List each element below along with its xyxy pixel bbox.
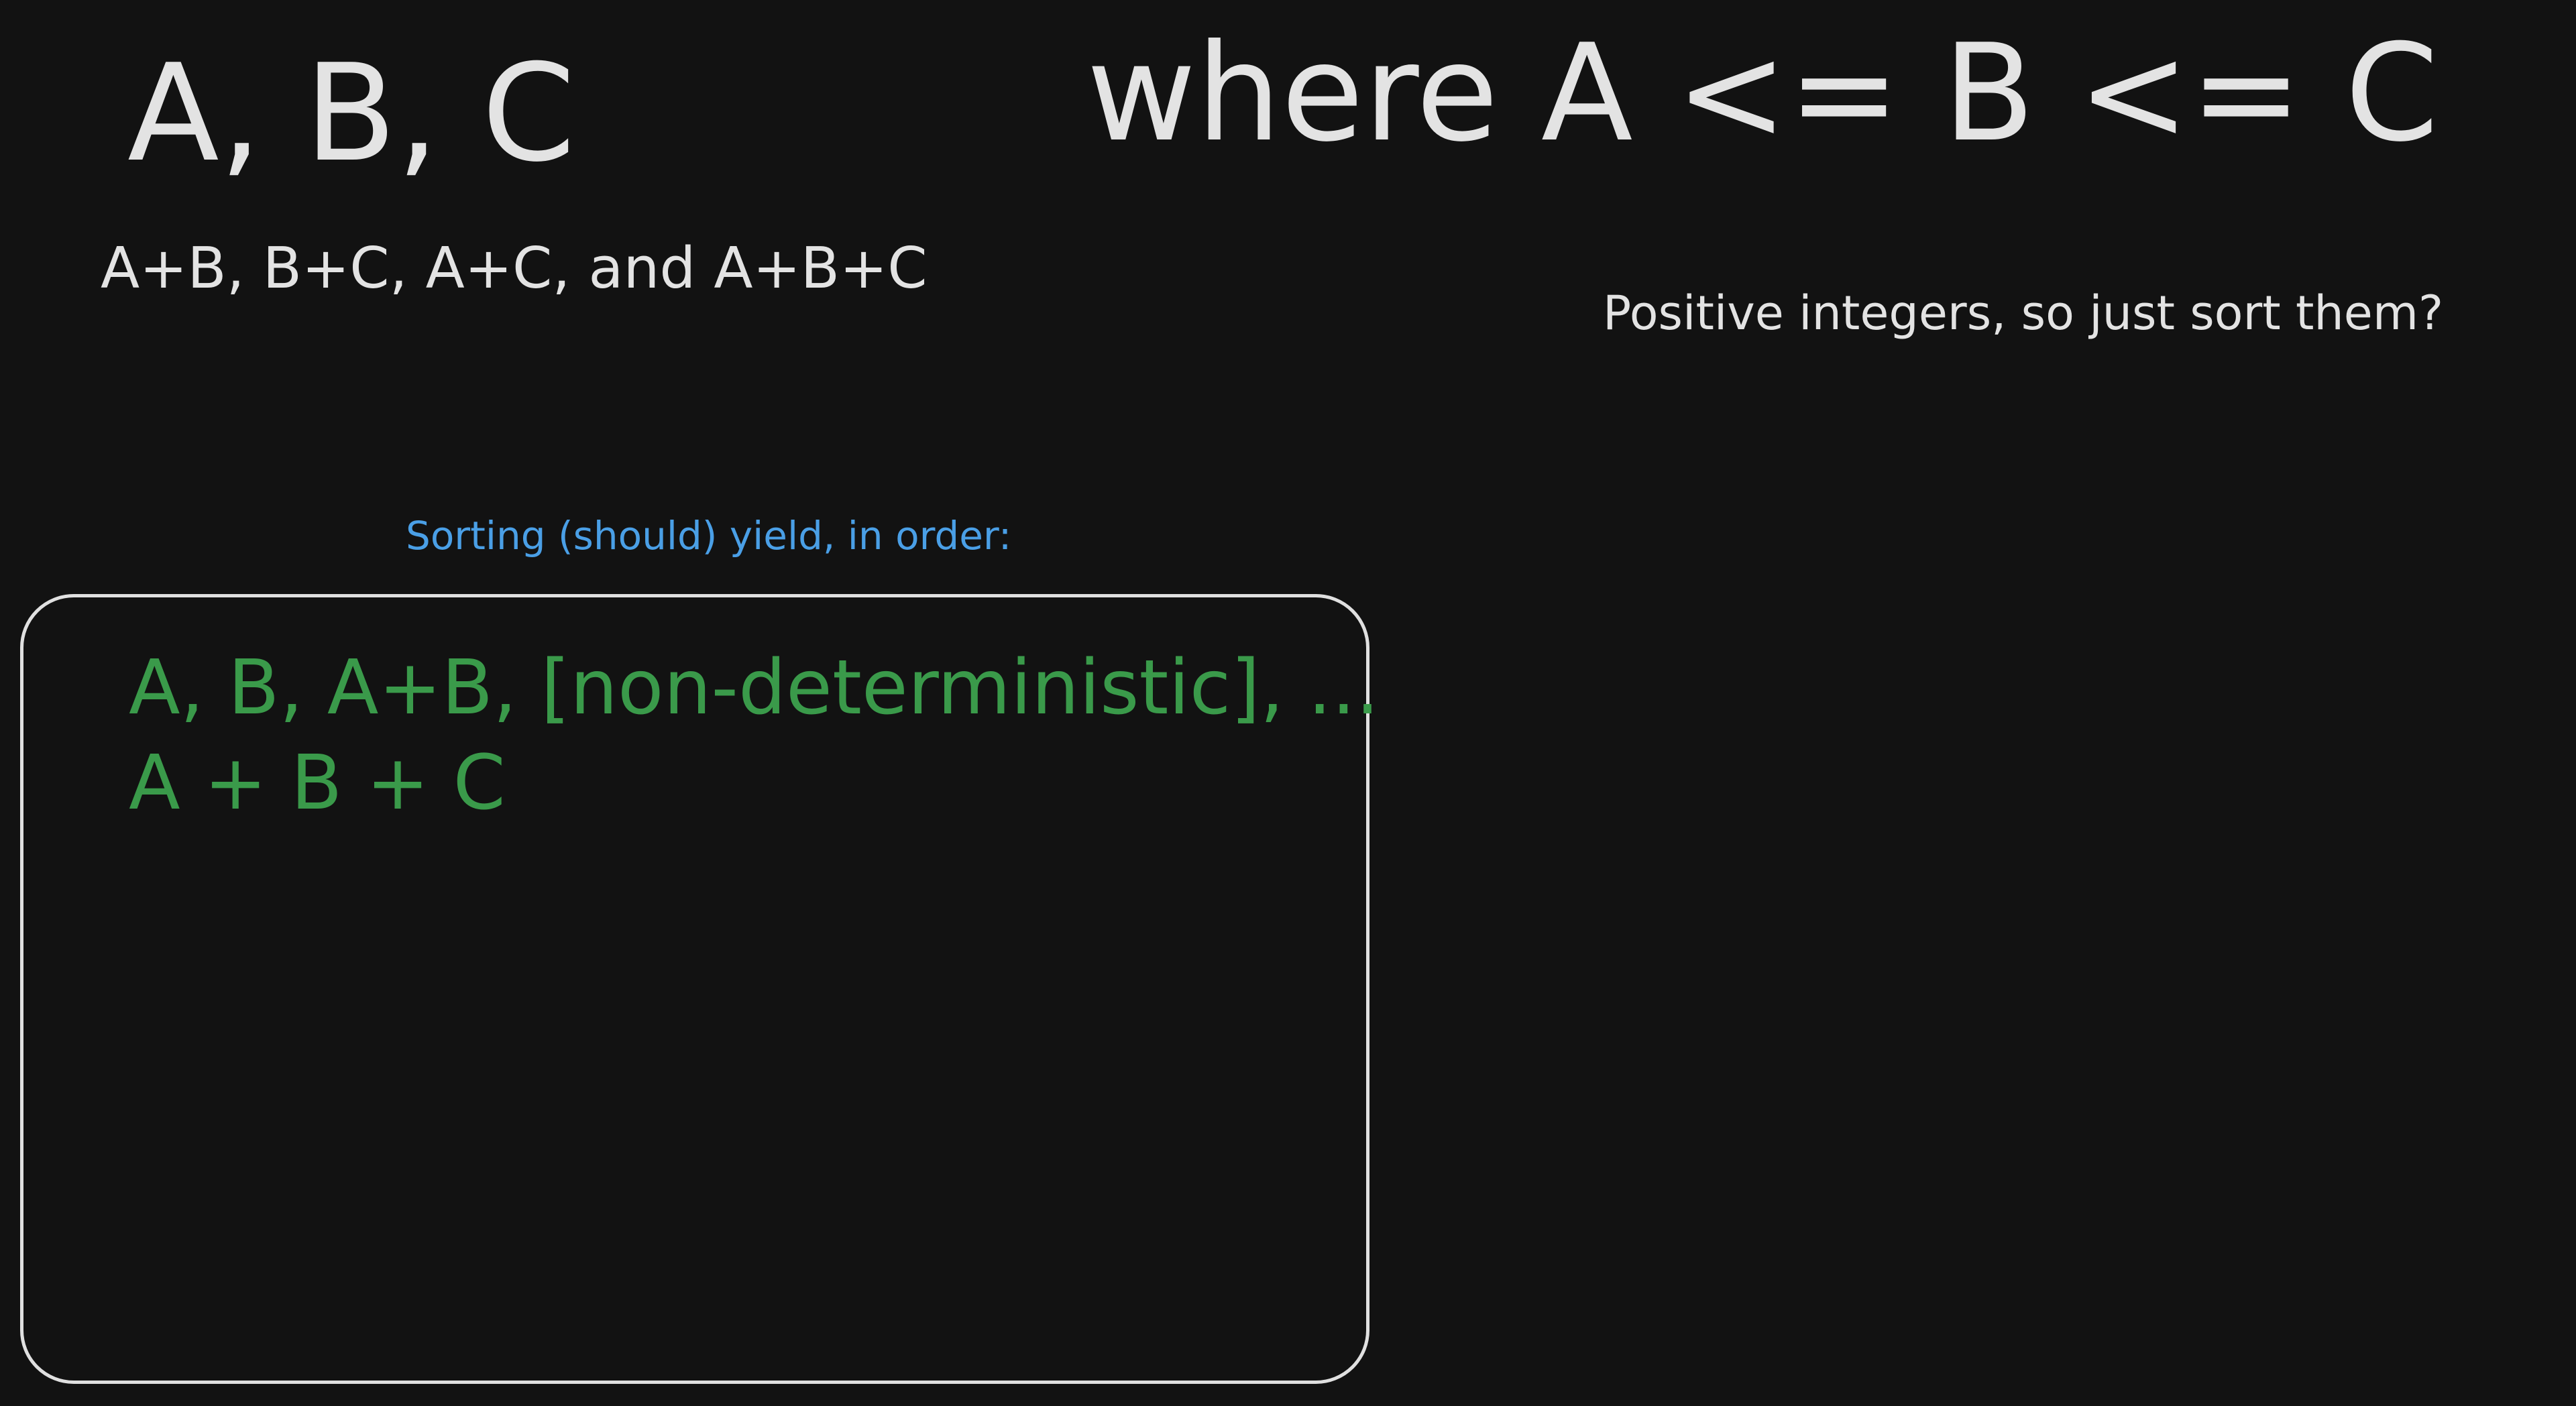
sorting-caption: Sorting (should) yield, in order: <box>406 513 1012 559</box>
result-line-2: A + B + C <box>129 740 506 827</box>
whiteboard-canvas: A, B, C where A <= B <= C A+B, B+C, A+C,… <box>0 0 2576 1406</box>
variables-heading: A, B, C <box>127 36 575 192</box>
constraint-heading: where A <= B <= C <box>1086 15 2439 172</box>
result-line-1: A, B, A+B, [non-deterministic], ... <box>129 644 1380 731</box>
sums-text: A+B, B+C, A+C, and A+B+C <box>101 235 928 302</box>
positive-integers-note: Positive integers, so just sort them? <box>1603 286 2444 341</box>
